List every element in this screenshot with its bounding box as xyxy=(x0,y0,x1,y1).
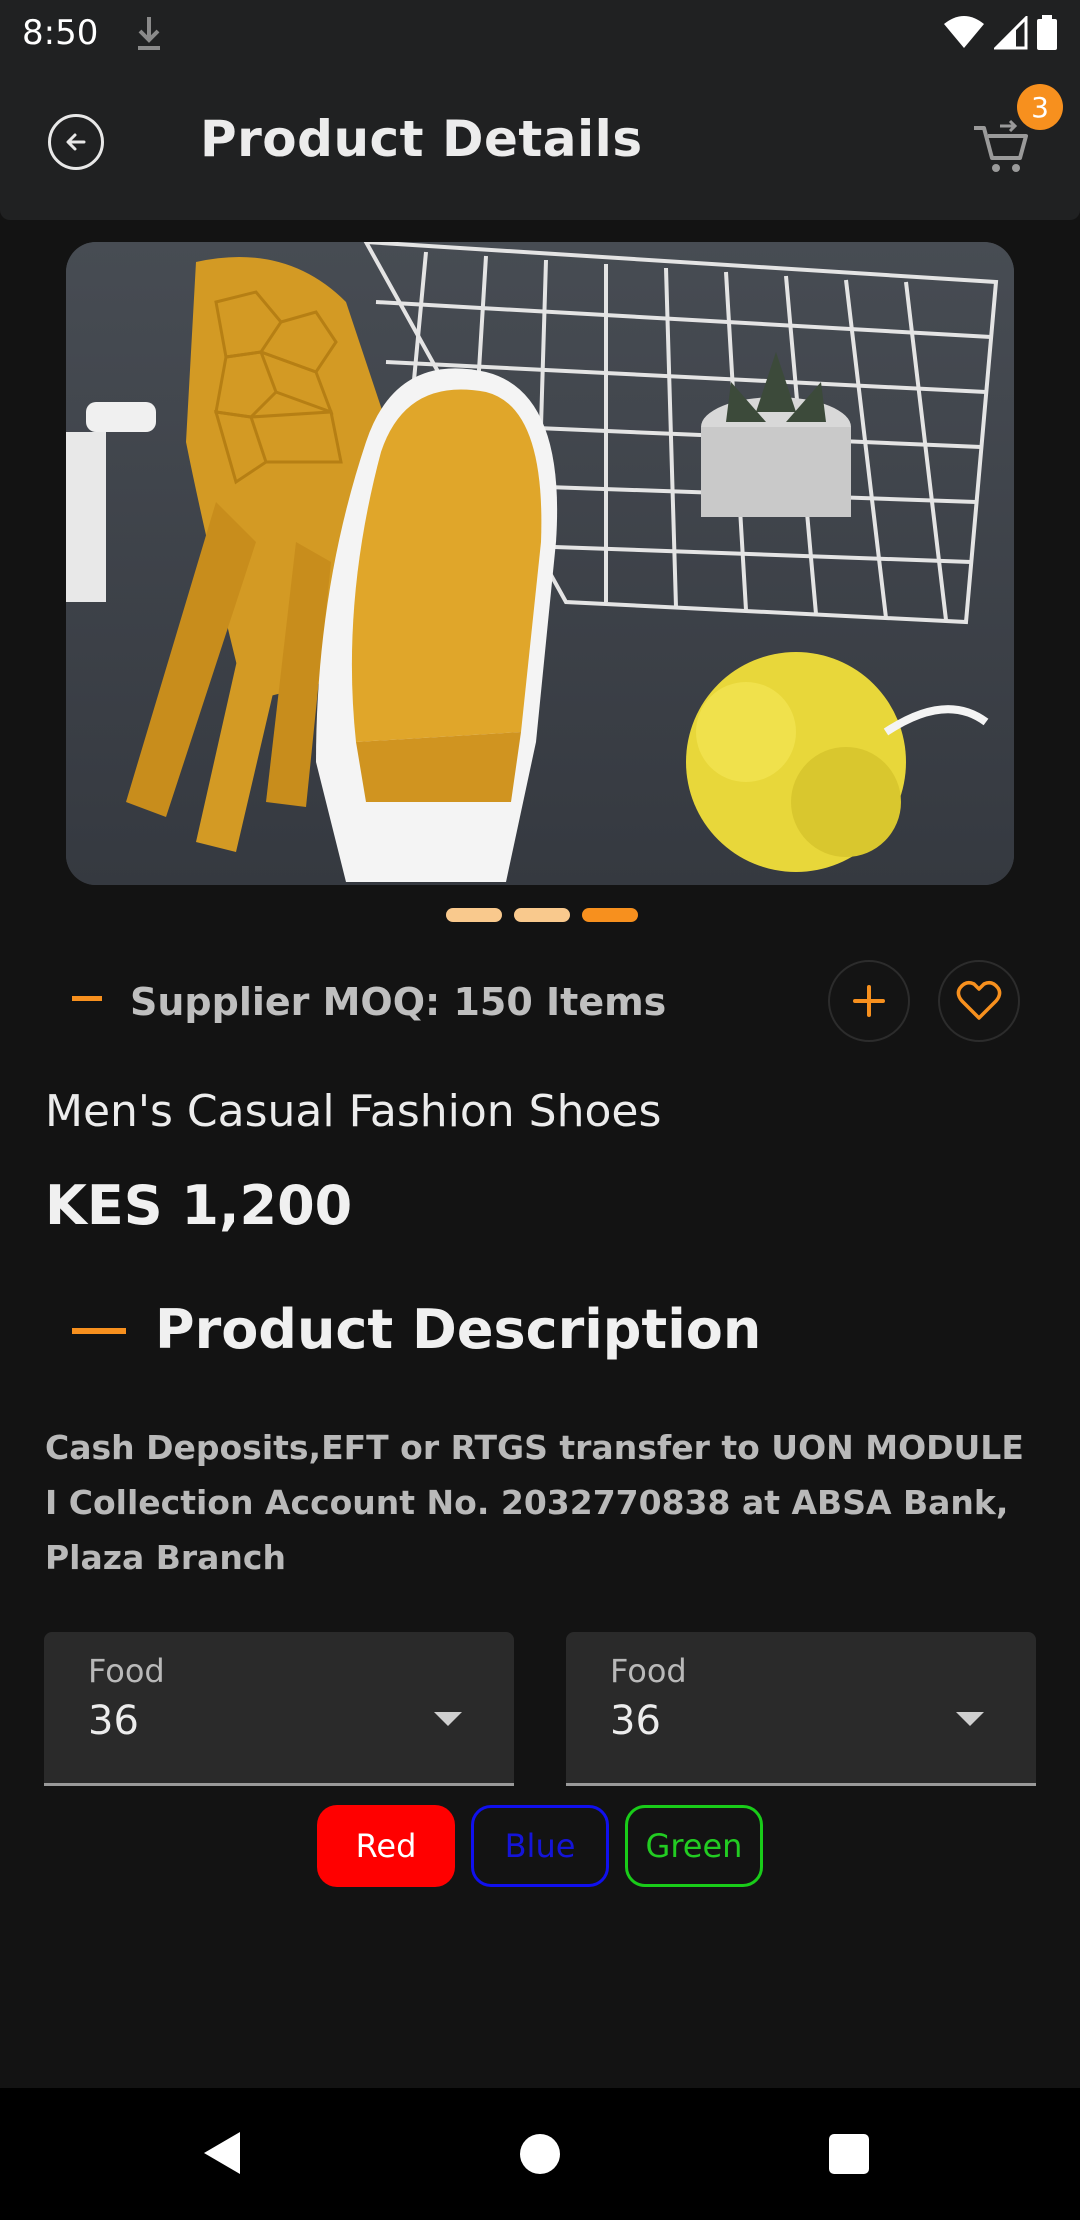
chip-green[interactable]: Green xyxy=(625,1805,763,1887)
description-heading: Product Description xyxy=(155,1298,762,1361)
cart-button[interactable] xyxy=(970,116,1030,176)
nav-back-icon[interactable] xyxy=(200,2128,244,2178)
battery-icon xyxy=(1037,15,1057,50)
status-bar: 8:50 xyxy=(0,0,1080,66)
product-image[interactable] xyxy=(66,242,1014,885)
cart-count-badge: 3 xyxy=(1017,84,1063,130)
moq-row: Supplier MOQ: 150 Items xyxy=(72,960,1032,1050)
dropdown-label: Food xyxy=(88,1652,165,1690)
cellular-signal-icon xyxy=(994,16,1028,50)
product-name: Men's Casual Fashion Shoes xyxy=(45,1086,662,1137)
dropdown-arrow-icon xyxy=(434,1712,462,1726)
color-chips: Red Blue Green xyxy=(317,1805,763,1887)
moq-dash xyxy=(72,996,102,1001)
system-nav-bar xyxy=(0,2088,1080,2220)
description-dash xyxy=(72,1328,126,1334)
nav-recents-icon[interactable] xyxy=(829,2134,869,2174)
chip-red[interactable]: Red xyxy=(317,1805,455,1887)
favorite-button[interactable] xyxy=(938,960,1020,1042)
heart-icon xyxy=(956,980,1002,1020)
arrow-left-icon xyxy=(66,133,86,151)
cart-icon xyxy=(974,119,1028,172)
dropdown-value: 36 xyxy=(88,1698,139,1744)
back-button[interactable] xyxy=(48,114,104,170)
supplier-moq-text: Supplier MOQ: 150 Items xyxy=(130,980,667,1024)
carousel-indicator xyxy=(446,908,638,922)
download-icon xyxy=(138,17,161,50)
page-title: Product Details xyxy=(200,110,643,168)
carousel-dot[interactable] xyxy=(514,908,570,922)
wifi-icon xyxy=(944,16,984,48)
plus-icon xyxy=(853,985,885,1017)
app-bar: Product Details xyxy=(0,66,1080,220)
product-photo xyxy=(66,242,1014,885)
dropdown-value: 36 xyxy=(610,1698,661,1744)
dropdown-arrow-icon xyxy=(956,1712,984,1726)
status-time: 8:50 xyxy=(22,13,99,53)
food-dropdown-1[interactable]: Food 36 xyxy=(44,1632,514,1786)
status-icons xyxy=(942,15,1058,51)
chip-blue[interactable]: Blue xyxy=(471,1805,609,1887)
nav-home-icon[interactable] xyxy=(520,2134,560,2174)
description-text: Cash Deposits,EFT or RTGS transfer to UO… xyxy=(45,1428,1024,1577)
dropdown-label: Food xyxy=(610,1652,687,1690)
food-dropdown-2[interactable]: Food 36 xyxy=(566,1632,1036,1786)
carousel-dot[interactable] xyxy=(446,908,502,922)
product-price: KES 1,200 xyxy=(45,1174,353,1237)
carousel-dot-active[interactable] xyxy=(582,908,638,922)
add-button[interactable] xyxy=(828,960,910,1042)
